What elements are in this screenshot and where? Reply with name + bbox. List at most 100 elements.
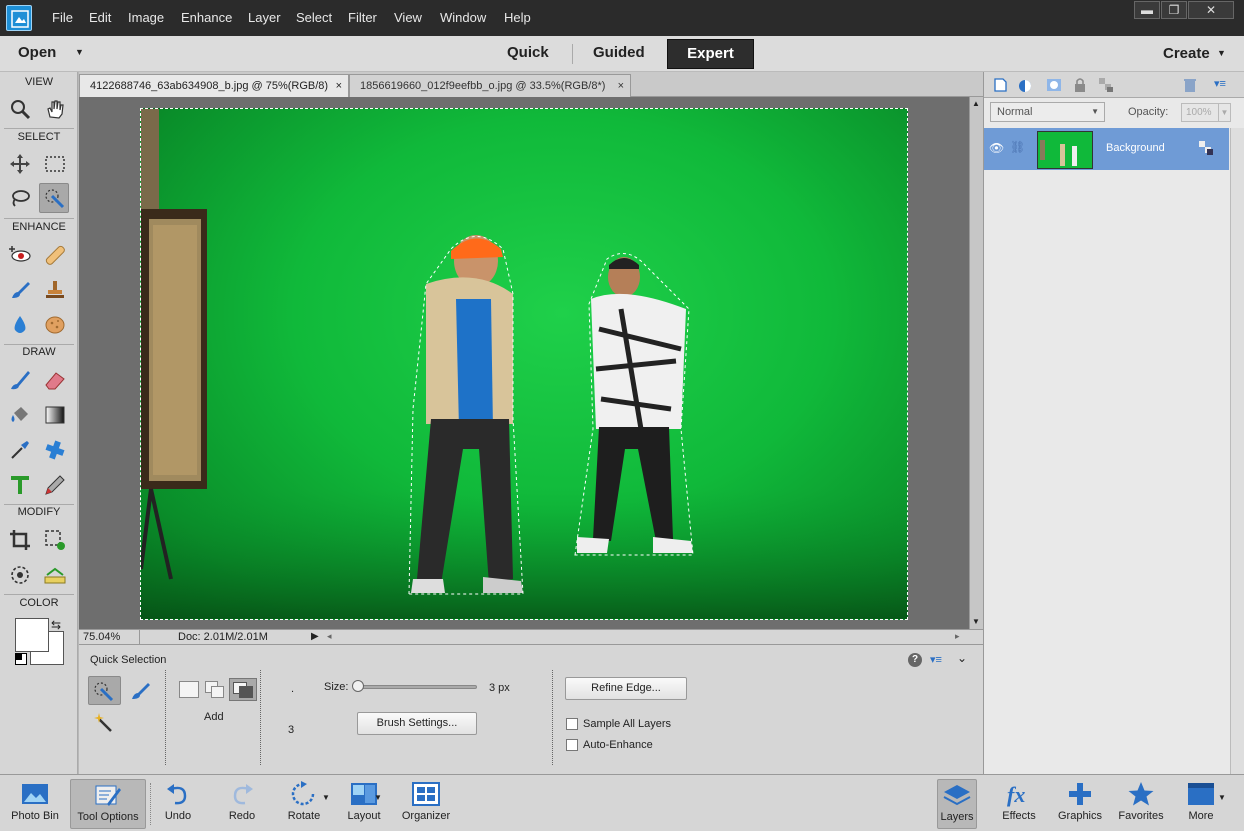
organizer-button[interactable]: Organizer bbox=[396, 781, 456, 822]
panel-menu-icon[interactable]: ▾≡ bbox=[930, 653, 942, 666]
menu-image[interactable]: Image bbox=[128, 10, 164, 25]
restore-button[interactable]: ❐ bbox=[1161, 1, 1187, 19]
sponge-tool-icon[interactable] bbox=[40, 310, 70, 340]
eyedropper-tool-icon[interactable] bbox=[5, 435, 35, 465]
rotate-dropdown-icon[interactable]: ▼ bbox=[322, 793, 330, 802]
minimize-button[interactable]: ▬ bbox=[1134, 1, 1160, 19]
create-button[interactable]: Create bbox=[1163, 45, 1210, 62]
layer-name[interactable]: Background bbox=[1106, 142, 1165, 154]
effects-button[interactable]: fx Effects bbox=[995, 781, 1043, 822]
auto-enhance-checkbox[interactable] bbox=[566, 739, 578, 751]
undo-button[interactable]: Undo bbox=[154, 781, 202, 822]
redo-button[interactable]: Redo bbox=[218, 781, 266, 822]
canvas-vertical-scrollbar[interactable]: ▲ ▼ bbox=[969, 97, 983, 629]
size-value[interactable]: 3 px bbox=[489, 682, 510, 694]
scroll-up-icon[interactable]: ▲ bbox=[972, 99, 980, 108]
sample-all-layers-checkbox[interactable] bbox=[566, 718, 578, 730]
add-to-selection-icon[interactable] bbox=[205, 681, 225, 698]
layout-dropdown-icon[interactable]: ▼ bbox=[374, 793, 382, 802]
zoom-tool-icon[interactable] bbox=[5, 94, 35, 124]
tab-document-2[interactable]: 1856619660_012f9eefbb_o.jpg @ 33.5%(RGB/… bbox=[349, 74, 631, 97]
quick-selection-tool-icon[interactable] bbox=[39, 183, 69, 213]
tool-options-button[interactable]: Tool Options bbox=[70, 779, 146, 829]
pencil-tool-icon[interactable] bbox=[40, 470, 70, 500]
opacity-field[interactable]: 100% ▼ bbox=[1181, 103, 1231, 122]
straighten-tool-icon[interactable] bbox=[40, 560, 70, 590]
menu-view[interactable]: View bbox=[394, 10, 422, 25]
marquee-tool-icon[interactable] bbox=[40, 149, 70, 179]
layers-button[interactable]: Layers bbox=[937, 779, 977, 829]
menu-help[interactable]: Help bbox=[504, 10, 531, 25]
selection-brush-variant-icon[interactable] bbox=[125, 676, 155, 706]
photo-bin-button[interactable]: Photo Bin bbox=[4, 781, 66, 822]
menu-select[interactable]: Select bbox=[296, 10, 332, 25]
open-button[interactable]: Open bbox=[18, 44, 56, 61]
magic-wand-variant-icon[interactable] bbox=[88, 708, 118, 738]
visibility-eye-icon[interactable]: 👁 bbox=[989, 141, 1004, 155]
lock-icon[interactable] bbox=[1072, 77, 1088, 93]
scroll-down-icon[interactable]: ▼ bbox=[972, 617, 980, 626]
mode-expert[interactable]: Expert bbox=[667, 39, 754, 69]
rotate-button[interactable]: Rotate bbox=[280, 781, 328, 822]
brush-tool-icon[interactable] bbox=[5, 365, 35, 395]
size-slider[interactable] bbox=[352, 680, 477, 692]
zoom-level[interactable]: 75.04% bbox=[83, 631, 120, 643]
gradient-tool-icon[interactable] bbox=[40, 400, 70, 430]
clone-stamp-tool-icon[interactable] bbox=[40, 275, 70, 305]
layer-mask-icon[interactable] bbox=[1046, 77, 1062, 93]
collapse-panel-icon[interactable]: ⌄ bbox=[957, 651, 967, 665]
canvas-area[interactable] bbox=[79, 97, 969, 629]
more-dropdown-icon[interactable]: ▼ bbox=[1218, 793, 1226, 802]
move-tool-icon[interactable] bbox=[5, 149, 35, 179]
new-layer-icon[interactable] bbox=[992, 77, 1008, 93]
subtract-from-selection-icon[interactable] bbox=[229, 678, 257, 701]
menu-edit[interactable]: Edit bbox=[89, 10, 111, 25]
content-aware-move-tool-icon[interactable] bbox=[5, 560, 35, 590]
document-image[interactable] bbox=[140, 108, 908, 620]
status-menu-arrow-icon[interactable]: ▶ bbox=[311, 631, 319, 642]
delete-layer-icon[interactable] bbox=[1182, 77, 1198, 93]
link-icon[interactable]: ⛓ bbox=[1010, 140, 1025, 154]
close-button[interactable]: ✕ bbox=[1188, 1, 1234, 19]
smart-brush-tool-icon[interactable] bbox=[5, 275, 35, 305]
menu-window[interactable]: Window bbox=[440, 10, 486, 25]
custom-shape-tool-icon[interactable] bbox=[40, 435, 70, 465]
close-tab-icon[interactable]: × bbox=[618, 75, 624, 97]
favorites-button[interactable]: Favorites bbox=[1114, 781, 1168, 822]
crop-tool-icon[interactable] bbox=[5, 525, 35, 555]
panel-menu-icon[interactable]: ▾≡ bbox=[1214, 77, 1230, 93]
paint-bucket-tool-icon[interactable] bbox=[5, 400, 35, 430]
new-selection-icon[interactable] bbox=[179, 681, 199, 698]
menu-file[interactable]: File bbox=[52, 10, 73, 25]
menu-enhance[interactable]: Enhance bbox=[181, 10, 232, 25]
layer-locked-icon[interactable] bbox=[1198, 140, 1214, 159]
quick-selection-variant-icon[interactable] bbox=[88, 676, 121, 705]
layers-scrollbar[interactable] bbox=[1230, 128, 1244, 774]
foreground-color-swatch[interactable] bbox=[15, 618, 49, 652]
spot-healing-tool-icon[interactable] bbox=[40, 240, 70, 270]
create-dropdown-icon[interactable]: ▼ bbox=[1217, 48, 1226, 58]
eraser-tool-icon[interactable] bbox=[40, 365, 70, 395]
mode-quick[interactable]: Quick bbox=[507, 44, 549, 66]
swap-colors-icon[interactable]: ⇆ bbox=[51, 618, 61, 632]
blend-mode-select[interactable]: Normal ▼ bbox=[990, 102, 1105, 122]
size-slider-thumb[interactable] bbox=[352, 680, 364, 692]
lasso-tool-icon[interactable] bbox=[5, 184, 35, 214]
recompose-tool-icon[interactable] bbox=[40, 525, 70, 555]
help-icon[interactable]: ? bbox=[908, 653, 922, 667]
tab-document-1[interactable]: 4122688746_63ab634908_b.jpg @ 75%(RGB/8)… bbox=[79, 74, 349, 97]
mode-guided[interactable]: Guided bbox=[593, 44, 645, 66]
default-colors-icon[interactable] bbox=[15, 653, 27, 665]
hand-tool-icon[interactable] bbox=[40, 94, 70, 124]
scroll-right-icon[interactable]: ▸ bbox=[955, 631, 960, 642]
close-tab-icon[interactable]: × bbox=[336, 75, 342, 97]
blur-tool-icon[interactable] bbox=[5, 310, 35, 340]
adjustment-layer-icon[interactable] bbox=[1018, 77, 1034, 93]
graphics-button[interactable]: Graphics bbox=[1054, 781, 1106, 822]
layer-row-background[interactable]: 👁 ⛓ Background bbox=[984, 128, 1229, 170]
menu-layer[interactable]: Layer bbox=[248, 10, 281, 25]
scroll-left-icon[interactable]: ◂ bbox=[327, 631, 332, 642]
type-tool-icon[interactable] bbox=[5, 470, 35, 500]
red-eye-tool-icon[interactable] bbox=[5, 240, 35, 270]
menu-filter[interactable]: Filter bbox=[348, 10, 377, 25]
